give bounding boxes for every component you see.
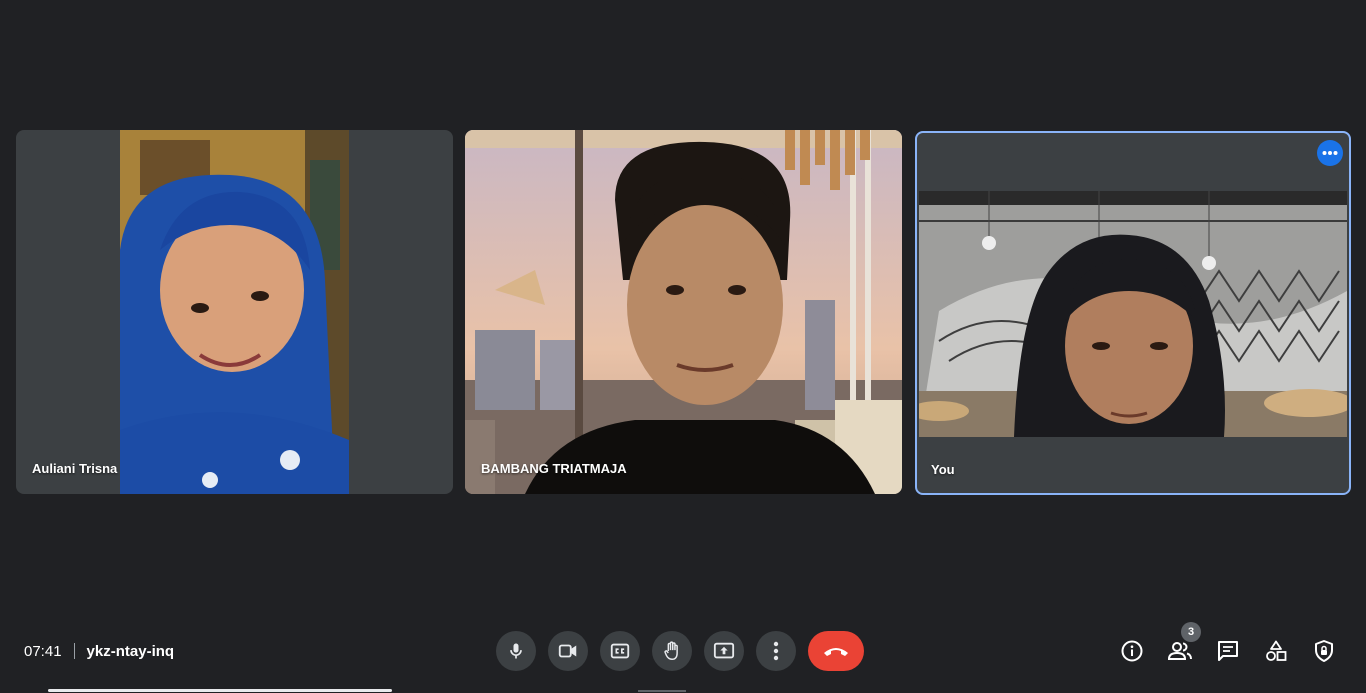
participant-tile[interactable]: Auliani Trisna xyxy=(16,130,453,494)
meeting-time: 07:41 xyxy=(24,642,62,660)
raise-hand-button[interactable] xyxy=(652,631,692,671)
participant-video xyxy=(120,130,349,494)
chat-button[interactable] xyxy=(1211,634,1245,668)
info-icon xyxy=(1121,640,1143,662)
participant-tile-self[interactable]: You xyxy=(915,131,1351,495)
closed-captions-icon xyxy=(610,643,630,659)
meeting-code: ykz-ntay-inq xyxy=(86,642,175,660)
meeting-details: 07:41 ykz-ntay-inq xyxy=(24,641,174,661)
hand-icon xyxy=(664,641,678,660)
microphone-button[interactable] xyxy=(496,631,536,671)
call-end-icon xyxy=(824,648,848,656)
tile-options-button[interactable] xyxy=(1317,140,1343,166)
more-options-button[interactable] xyxy=(756,631,796,671)
host-controls-button[interactable] xyxy=(1307,634,1341,668)
participant-name: Auliani Trisna xyxy=(32,461,118,476)
present-screen-icon xyxy=(713,642,735,659)
captions-button[interactable] xyxy=(600,631,640,671)
people-count-badge: 3 xyxy=(1181,622,1201,642)
people-icon xyxy=(1167,642,1192,660)
meet-call-screen: Auliani Trisna BAMBANG TRIATMAJA You 07:… xyxy=(0,0,1366,693)
participant-tile[interactable]: BAMBANG TRIATMAJA xyxy=(465,130,902,494)
activities-shapes-icon xyxy=(1266,640,1287,661)
present-button[interactable] xyxy=(704,631,744,671)
leave-call-button[interactable] xyxy=(808,631,864,671)
shield-lock-icon xyxy=(1315,640,1333,662)
meeting-details-button[interactable] xyxy=(1115,634,1149,668)
chat-icon xyxy=(1218,641,1238,661)
divider xyxy=(73,643,75,659)
camera-button[interactable] xyxy=(548,631,588,671)
participant-name: BAMBANG TRIATMAJA xyxy=(481,461,627,476)
videocam-icon xyxy=(558,644,577,658)
window-indicator-bar xyxy=(48,689,392,692)
more-vert-icon xyxy=(773,641,779,661)
participant-video xyxy=(465,130,902,494)
activities-button[interactable] xyxy=(1259,634,1293,668)
mic-icon xyxy=(510,643,522,659)
window-indicator-tick xyxy=(638,690,686,692)
participant-name: You xyxy=(931,462,955,477)
participant-video xyxy=(919,191,1347,437)
more-horiz-icon xyxy=(1322,151,1338,155)
